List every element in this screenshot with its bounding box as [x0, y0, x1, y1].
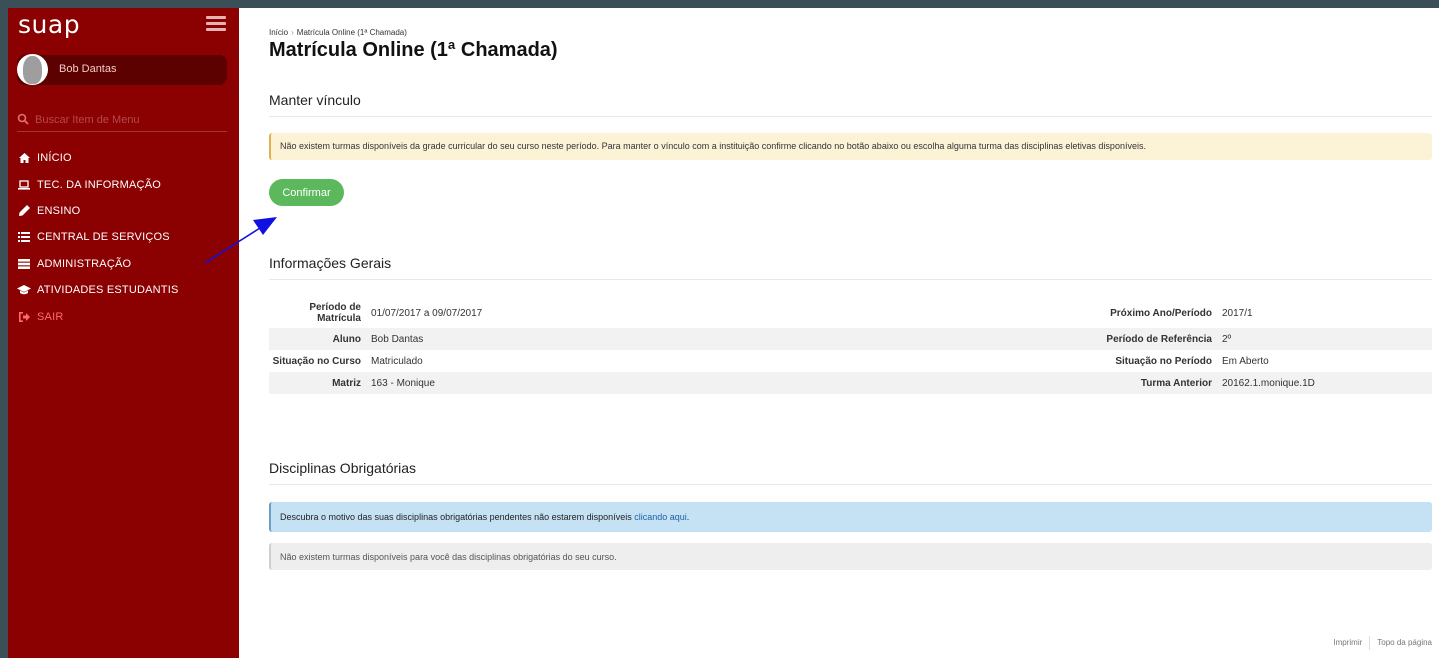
- sidebar: suap Bob Dantas INÍCIO: [8, 8, 239, 658]
- sidebar-item-label: INÍCIO: [37, 152, 72, 165]
- info-label: Período de Referência: [1106, 333, 1212, 345]
- info-label: Aluno: [332, 333, 361, 345]
- table-row: Matriz 163 - Monique Turma Anterior 2016…: [269, 372, 1432, 394]
- info-alert-text: Descubra o motivo das suas disciplinas o…: [280, 512, 632, 522]
- user-name: Bob Dantas: [59, 63, 117, 75]
- table-row: Situação no Curso Matriculado Situação n…: [269, 350, 1432, 372]
- top-of-page-link[interactable]: Topo da página: [1377, 638, 1432, 647]
- sidebar-item-label: CENTRAL DE SERVIÇOS: [37, 231, 170, 244]
- search-input[interactable]: [35, 112, 225, 128]
- sidebar-item-inicio[interactable]: INÍCIO: [17, 145, 232, 171]
- info-label: Situação no Curso: [272, 355, 361, 367]
- sidebar-item-label: ENSINO: [37, 204, 81, 217]
- page-title: Matrícula Online (1ª Chamada): [269, 39, 558, 61]
- sidebar-item-tec-informacao[interactable]: TEC. DA INFORMAÇÃO: [17, 171, 232, 197]
- info-label: Situação no Período: [1115, 355, 1212, 367]
- print-link[interactable]: Imprimir: [1333, 638, 1362, 647]
- sidebar-item-label: ADMINISTRAÇÃO: [37, 257, 132, 270]
- section-title-manter-vinculo: Manter vínculo: [269, 92, 1432, 117]
- info-value: Em Aberto: [1222, 355, 1269, 367]
- empty-alert: Não existem turmas disponíveis para você…: [269, 543, 1432, 570]
- sidebar-menu: INÍCIO TEC. DA INFORMAÇÃO ENSINO CENTRAL…: [17, 145, 232, 330]
- hamburger-menu-icon[interactable]: [206, 16, 226, 32]
- avatar: [17, 54, 48, 85]
- section-title-disciplinas: Disciplinas Obrigatórias: [269, 460, 1432, 485]
- graduation-cap-icon: [17, 284, 31, 296]
- info-value: 01/07/2017 a 09/07/2017: [371, 307, 483, 319]
- info-label: Turma Anterior: [1140, 377, 1212, 389]
- main-content: Início › Matrícula Online (1ª Chamada) Mat…: [204, 8, 1432, 658]
- info-value: 20162.1.monique.1D: [1222, 377, 1315, 389]
- list-icon: [17, 231, 31, 243]
- sidebar-item-label: SAIR: [37, 310, 64, 323]
- menu-search: [17, 112, 227, 132]
- click-here-link[interactable]: clicando aqui: [634, 512, 687, 522]
- sidebar-item-administracao[interactable]: ADMINISTRAÇÃO: [17, 251, 232, 277]
- info-value: 163 - Monique: [371, 377, 435, 389]
- info-value: 2017/1: [1222, 307, 1253, 319]
- pencil-icon: [17, 205, 31, 217]
- warning-alert: Não existem turmas disponíveis da grade …: [269, 133, 1432, 160]
- info-value: Matriculado: [371, 355, 423, 367]
- table-row: Período de Matrícula 01/07/2017 a 09/07/…: [269, 298, 1432, 328]
- sidebar-item-sair[interactable]: SAIR: [17, 303, 232, 329]
- confirm-button[interactable]: Confirmar: [269, 179, 344, 206]
- sign-out-icon: [17, 311, 31, 323]
- sidebar-item-atividades-estudantis[interactable]: ATIVIDADES ESTUDANTIS: [17, 277, 232, 303]
- sidebar-item-central-servicos[interactable]: CENTRAL DE SERVIÇOS: [17, 224, 232, 250]
- home-icon: [17, 152, 31, 164]
- user-profile[interactable]: Bob Dantas: [17, 54, 227, 85]
- breadcrumb: Início › Matrícula Online (1ª Chamada): [269, 28, 407, 37]
- info-label: Matriz: [332, 377, 361, 389]
- breadcrumb-home[interactable]: Início: [269, 28, 288, 37]
- breadcrumb-current: Matrícula Online (1ª Chamada): [296, 28, 407, 37]
- footer-divider: [1369, 636, 1371, 650]
- info-label: Próximo Ano/Período: [1110, 307, 1212, 319]
- sidebar-item-label: ATIVIDADES ESTUDANTIS: [37, 284, 179, 297]
- search-icon: [17, 113, 29, 125]
- app-frame: suap Bob Dantas INÍCIO: [8, 8, 1439, 658]
- table-row: Aluno Bob Dantas Período de Referência 2…: [269, 328, 1432, 350]
- server-icon: [17, 258, 31, 270]
- info-alert: Descubra o motivo das suas disciplinas o…: [269, 502, 1432, 532]
- info-label: Período de Matrícula: [309, 302, 361, 324]
- info-alert-end: .: [686, 512, 690, 522]
- suap-logo[interactable]: suap: [18, 10, 80, 39]
- sidebar-item-ensino[interactable]: ENSINO: [17, 198, 232, 224]
- info-value: 2º: [1222, 333, 1232, 345]
- section-title-informacoes-gerais: Informações Gerais: [269, 255, 1432, 280]
- student-link[interactable]: Bob Dantas: [371, 334, 891, 345]
- sidebar-item-label: TEC. DA INFORMAÇÃO: [37, 178, 161, 191]
- footer: Imprimir Topo da página: [1333, 636, 1432, 650]
- info-table: Período de Matrícula 01/07/2017 a 09/07/…: [269, 298, 1432, 394]
- breadcrumb-separator: ›: [291, 28, 294, 37]
- laptop-icon: [17, 179, 31, 191]
